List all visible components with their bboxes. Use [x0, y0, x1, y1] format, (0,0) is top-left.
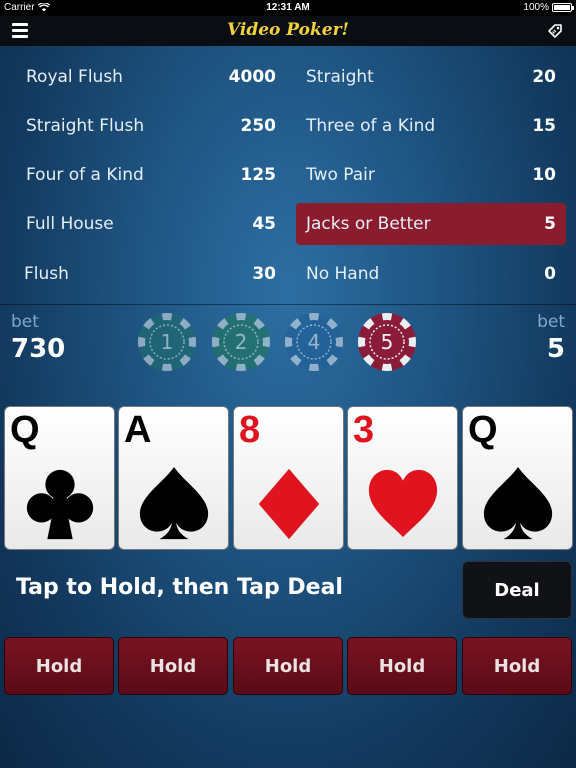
- paytable-row-full-house: Full House 45: [16, 203, 286, 245]
- paytable-payout: 0: [544, 264, 556, 284]
- paytable-hand-name: Flush: [24, 264, 69, 284]
- paytable-row-flush: Flush 30: [16, 253, 286, 295]
- battery-icon: [552, 3, 574, 12]
- paytable-hand-name: No Hand: [306, 264, 380, 284]
- paytable-payout: 10: [532, 165, 556, 185]
- battery-indicator: 100%: [523, 2, 574, 13]
- status-bar: Carrier 12:31 AM 100%: [0, 0, 576, 16]
- paytable-payout: 125: [240, 165, 277, 185]
- hold-button-2[interactable]: Hold: [118, 637, 228, 695]
- paytable-row-no-hand: No Hand 0: [296, 253, 566, 295]
- bet-label: bet: [537, 312, 565, 332]
- cards-row: Q A 8 3 Q: [0, 406, 576, 550]
- status-time: 12:31 AM: [266, 2, 310, 13]
- paytable-payout: 5: [544, 214, 556, 234]
- paytable-payout: 4000: [228, 67, 276, 87]
- bet-area: bet 730 1 2 4 5 bet 5: [0, 306, 576, 386]
- heart-suit-icon: [368, 469, 438, 538]
- hold-button-1[interactable]: Hold: [4, 637, 114, 695]
- paytable-hand-name: Straight Flush: [26, 116, 145, 136]
- deal-button[interactable]: Deal: [462, 561, 572, 619]
- bet-chip-label: 1: [161, 330, 174, 354]
- bet-chip-5[interactable]: 5: [357, 312, 417, 372]
- paytable-payout: 45: [252, 214, 276, 234]
- hold-button-5[interactable]: Hold: [462, 637, 572, 695]
- bet-value: 5: [546, 334, 565, 364]
- paytable-payout: 250: [240, 116, 277, 136]
- app-title: Video Poker!: [227, 20, 349, 40]
- instruction-prompt: Tap to Hold, then Tap Deal: [16, 575, 343, 600]
- playing-card-1[interactable]: Q: [4, 406, 115, 550]
- playing-card-4[interactable]: 3: [347, 406, 458, 550]
- card-rank: Q: [10, 409, 40, 451]
- nav-bar: Video Poker!: [0, 16, 576, 46]
- paytable-payout: 30: [252, 264, 276, 284]
- paytable: Royal Flush 4000 Straight Flush 250 Four of …: [0, 46, 576, 304]
- bet-chip-4[interactable]: 4: [284, 312, 344, 372]
- diamond-suit-icon: [258, 468, 320, 540]
- paytable-hand-name: Four of a Kind: [26, 165, 144, 185]
- bet-chip-label: 2: [235, 330, 248, 354]
- paytable-row-four-of-a-kind: Four of a Kind 125: [16, 154, 286, 196]
- paytable-row-royal-flush: Royal Flush 4000: [16, 56, 286, 98]
- credits-label: bet: [11, 312, 39, 332]
- paytable-payout: 15: [532, 116, 556, 136]
- paytable-divider: [0, 304, 576, 305]
- credits-value: 730: [11, 334, 66, 364]
- paytable-hand-name: Royal Flush: [26, 67, 123, 87]
- paytable-hand-name: Two Pair: [306, 165, 375, 185]
- spade-suit-icon: [139, 466, 209, 540]
- paytable-row-three-of-a-kind: Three of a Kind 15: [296, 105, 566, 147]
- paytable-hand-name: Full House: [26, 214, 114, 234]
- paytable-hand-name: Three of a Kind: [306, 116, 436, 136]
- bet-chip-label: 5: [381, 330, 394, 354]
- card-rank: Q: [468, 409, 498, 451]
- playing-card-5[interactable]: Q: [462, 406, 573, 550]
- hold-button-4[interactable]: Hold: [347, 637, 457, 695]
- club-suit-icon: [26, 469, 94, 540]
- paytable-payout: 20: [532, 67, 556, 87]
- hold-button-3[interactable]: Hold: [233, 637, 343, 695]
- paytable-row-two-pair: Two Pair 10: [296, 154, 566, 196]
- paytable-hand-name: Straight: [306, 67, 374, 87]
- spade-suit-icon: [483, 466, 553, 540]
- bet-chip-2[interactable]: 2: [211, 312, 271, 372]
- card-rank: A: [124, 409, 152, 451]
- card-rank: 3: [353, 409, 375, 451]
- paytable-row-jacks-or-better: Jacks or Better 5: [296, 203, 566, 245]
- price-tag-icon[interactable]: [546, 22, 564, 40]
- battery-percent: 100%: [523, 2, 549, 13]
- paytable-row-straight-flush: Straight Flush 250: [16, 105, 286, 147]
- paytable-hand-name: Jacks or Better: [306, 214, 431, 234]
- playing-card-3[interactable]: 8: [233, 406, 344, 550]
- playing-card-2[interactable]: A: [118, 406, 229, 550]
- card-rank: 8: [239, 409, 261, 451]
- bet-chip-label: 4: [308, 330, 321, 354]
- bet-chip-1[interactable]: 1: [137, 312, 197, 372]
- paytable-row-straight: Straight 20: [296, 56, 566, 98]
